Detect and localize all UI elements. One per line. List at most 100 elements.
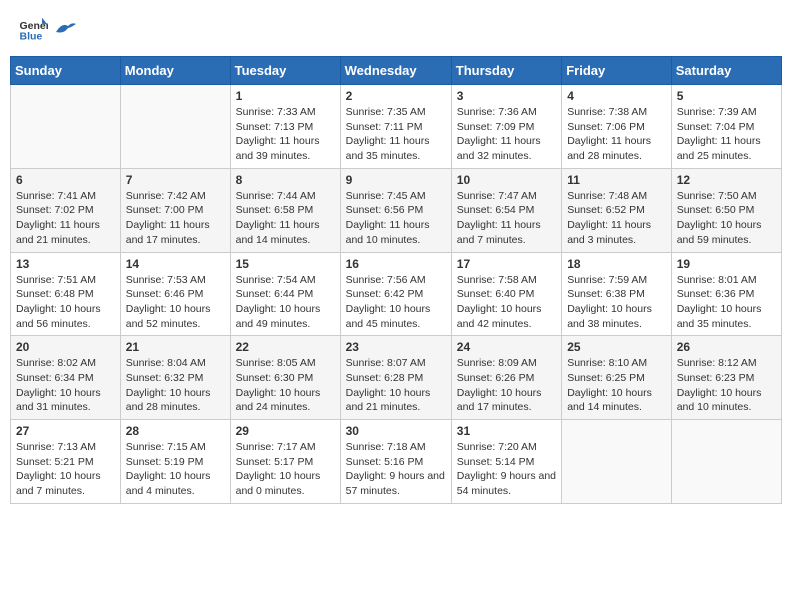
calendar-cell: 8 Sunrise: 7:44 AM Sunset: 6:58 PM Daylig… — [230, 168, 340, 252]
general-blue-icon: General Blue — [18, 14, 48, 44]
day-number: 10 — [457, 173, 556, 187]
calendar-cell: 10 Sunrise: 7:47 AM Sunset: 6:54 PM Dayli… — [451, 168, 561, 252]
day-number: 16 — [346, 257, 446, 271]
day-number: 15 — [236, 257, 335, 271]
calendar-cell: 9 Sunrise: 7:45 AM Sunset: 6:56 PM Daylig… — [340, 168, 451, 252]
day-number: 21 — [126, 340, 225, 354]
day-number: 31 — [457, 424, 556, 438]
day-info: Sunrise: 8:09 AM Sunset: 6:26 PM Dayligh… — [457, 356, 556, 415]
day-of-week-header: Wednesday — [340, 57, 451, 85]
day-number: 22 — [236, 340, 335, 354]
calendar-cell: 20Sunrise: 8:02 AM Sunset: 6:34 PM Dayli… — [11, 336, 121, 420]
day-number: 23 — [346, 340, 446, 354]
calendar-cell: 31 Sunrise: 7:20 AM Sunset: 5:14 PM Dayli… — [451, 420, 561, 504]
day-number: 26 — [677, 340, 776, 354]
calendar-week-row: 1 Sunrise: 7:33 AM Sunset: 7:13 PM Daylig… — [11, 85, 782, 169]
day-info: Sunrise: 7:45 AM Sunset: 6:56 PM Dayligh… — [346, 189, 446, 248]
day-info: Sunrise: 7:44 AM Sunset: 6:58 PM Dayligh… — [236, 189, 335, 248]
day-info: Sunrise: 7:58 AM Sunset: 6:40 PM Dayligh… — [457, 273, 556, 332]
day-number: 3 — [457, 89, 556, 103]
day-of-week-header: Tuesday — [230, 57, 340, 85]
calendar-cell: 19 Sunrise: 8:01 AM Sunset: 6:36 PM Dayli… — [671, 252, 781, 336]
day-info: Sunrise: 7:53 AM Sunset: 6:46 PM Dayligh… — [126, 273, 225, 332]
calendar-cell: 7 Sunrise: 7:42 AM Sunset: 7:00 PM Daylig… — [120, 168, 230, 252]
calendar-table: SundayMondayTuesdayWednesdayThursdayFrid… — [10, 56, 782, 504]
calendar-header-row: SundayMondayTuesdayWednesdayThursdayFrid… — [11, 57, 782, 85]
day-number: 8 — [236, 173, 335, 187]
calendar-cell: 2 Sunrise: 7:35 AM Sunset: 7:11 PM Daylig… — [340, 85, 451, 169]
day-info: Sunrise: 8:12 AM Sunset: 6:23 PM Dayligh… — [677, 356, 776, 415]
day-info: Sunrise: 7:38 AM Sunset: 7:06 PM Dayligh… — [567, 105, 666, 164]
day-of-week-header: Saturday — [671, 57, 781, 85]
day-info: Sunrise: 8:07 AM Sunset: 6:28 PM Dayligh… — [346, 356, 446, 415]
calendar-cell: 4 Sunrise: 7:38 AM Sunset: 7:06 PM Daylig… — [562, 85, 672, 169]
calendar-cell: 17 Sunrise: 7:58 AM Sunset: 6:40 PM Dayli… — [451, 252, 561, 336]
day-info: Sunrise: 8:10 AM Sunset: 6:25 PM Dayligh… — [567, 356, 666, 415]
day-info: Sunrise: 8:05 AM Sunset: 6:30 PM Dayligh… — [236, 356, 335, 415]
day-number: 9 — [346, 173, 446, 187]
day-info: Sunrise: 7:18 AM Sunset: 5:16 PM Dayligh… — [346, 440, 446, 499]
day-info: Sunrise: 7:48 AM Sunset: 6:52 PM Dayligh… — [567, 189, 666, 248]
day-number: 30 — [346, 424, 446, 438]
day-info: Sunrise: 7:13 AM Sunset: 5:21 PM Dayligh… — [16, 440, 115, 499]
day-number: 11 — [567, 173, 666, 187]
calendar-cell: 16Sunrise: 7:56 AM Sunset: 6:42 PM Dayli… — [340, 252, 451, 336]
calendar-cell: 11 Sunrise: 7:48 AM Sunset: 6:52 PM Dayli… — [562, 168, 672, 252]
calendar-cell: 13 Sunrise: 7:51 AM Sunset: 6:48 PM Dayli… — [11, 252, 121, 336]
day-number: 12 — [677, 173, 776, 187]
day-of-week-header: Friday — [562, 57, 672, 85]
day-number: 6 — [16, 173, 115, 187]
day-number: 2 — [346, 89, 446, 103]
day-info: Sunrise: 7:35 AM Sunset: 7:11 PM Dayligh… — [346, 105, 446, 164]
day-number: 24 — [457, 340, 556, 354]
calendar-cell — [11, 85, 121, 169]
day-info: Sunrise: 8:02 AM Sunset: 6:34 PM Dayligh… — [16, 356, 115, 415]
day-number: 17 — [457, 257, 556, 271]
calendar-cell: 3Sunrise: 7:36 AM Sunset: 7:09 PM Daylig… — [451, 85, 561, 169]
day-info: Sunrise: 7:17 AM Sunset: 5:17 PM Dayligh… — [236, 440, 335, 499]
logo: General Blue — [18, 14, 76, 44]
day-number: 1 — [236, 89, 335, 103]
day-info: Sunrise: 8:01 AM Sunset: 6:36 PM Dayligh… — [677, 273, 776, 332]
calendar-cell: 18 Sunrise: 7:59 AM Sunset: 6:38 PM Dayli… — [562, 252, 672, 336]
day-number: 5 — [677, 89, 776, 103]
calendar-cell: 30 Sunrise: 7:18 AM Sunset: 5:16 PM Dayli… — [340, 420, 451, 504]
calendar-week-row: 27Sunrise: 7:13 AM Sunset: 5:21 PM Dayli… — [11, 420, 782, 504]
calendar-cell: 26 Sunrise: 8:12 AM Sunset: 6:23 PM Dayli… — [671, 336, 781, 420]
calendar-cell: 12 Sunrise: 7:50 AM Sunset: 6:50 PM Dayli… — [671, 168, 781, 252]
calendar-cell: 1 Sunrise: 7:33 AM Sunset: 7:13 PM Daylig… — [230, 85, 340, 169]
calendar-cell: 25 Sunrise: 8:10 AM Sunset: 6:25 PM Dayli… — [562, 336, 672, 420]
day-info: Sunrise: 7:15 AM Sunset: 5:19 PM Dayligh… — [126, 440, 225, 499]
calendar-cell: 15 Sunrise: 7:54 AM Sunset: 6:44 PM Dayli… — [230, 252, 340, 336]
day-info: Sunrise: 7:47 AM Sunset: 6:54 PM Dayligh… — [457, 189, 556, 248]
day-number: 13 — [16, 257, 115, 271]
day-info: Sunrise: 7:33 AM Sunset: 7:13 PM Dayligh… — [236, 105, 335, 164]
day-info: Sunrise: 7:51 AM Sunset: 6:48 PM Dayligh… — [16, 273, 115, 332]
day-number: 25 — [567, 340, 666, 354]
day-number: 18 — [567, 257, 666, 271]
day-info: Sunrise: 7:39 AM Sunset: 7:04 PM Dayligh… — [677, 105, 776, 164]
day-info: Sunrise: 7:59 AM Sunset: 6:38 PM Dayligh… — [567, 273, 666, 332]
day-of-week-header: Thursday — [451, 57, 561, 85]
day-info: Sunrise: 7:20 AM Sunset: 5:14 PM Dayligh… — [457, 440, 556, 499]
day-of-week-header: Monday — [120, 57, 230, 85]
calendar-week-row: 6Sunrise: 7:41 AM Sunset: 7:02 PM Daylig… — [11, 168, 782, 252]
logo-bird-icon — [54, 20, 76, 38]
day-info: Sunrise: 7:54 AM Sunset: 6:44 PM Dayligh… — [236, 273, 335, 332]
calendar-cell — [562, 420, 672, 504]
calendar-cell: 14Sunrise: 7:53 AM Sunset: 6:46 PM Dayli… — [120, 252, 230, 336]
day-number: 28 — [126, 424, 225, 438]
calendar-cell: 5 Sunrise: 7:39 AM Sunset: 7:04 PM Daylig… — [671, 85, 781, 169]
calendar-cell: 28 Sunrise: 7:15 AM Sunset: 5:19 PM Dayli… — [120, 420, 230, 504]
day-number: 29 — [236, 424, 335, 438]
day-info: Sunrise: 7:42 AM Sunset: 7:00 PM Dayligh… — [126, 189, 225, 248]
svg-text:Blue: Blue — [20, 31, 43, 43]
day-number: 4 — [567, 89, 666, 103]
header: General Blue — [10, 10, 782, 48]
calendar-cell: 6Sunrise: 7:41 AM Sunset: 7:02 PM Daylig… — [11, 168, 121, 252]
calendar-cell: 22 Sunrise: 8:05 AM Sunset: 6:30 PM Dayli… — [230, 336, 340, 420]
day-info: Sunrise: 7:50 AM Sunset: 6:50 PM Dayligh… — [677, 189, 776, 248]
calendar-cell — [671, 420, 781, 504]
day-number: 7 — [126, 173, 225, 187]
day-number: 19 — [677, 257, 776, 271]
